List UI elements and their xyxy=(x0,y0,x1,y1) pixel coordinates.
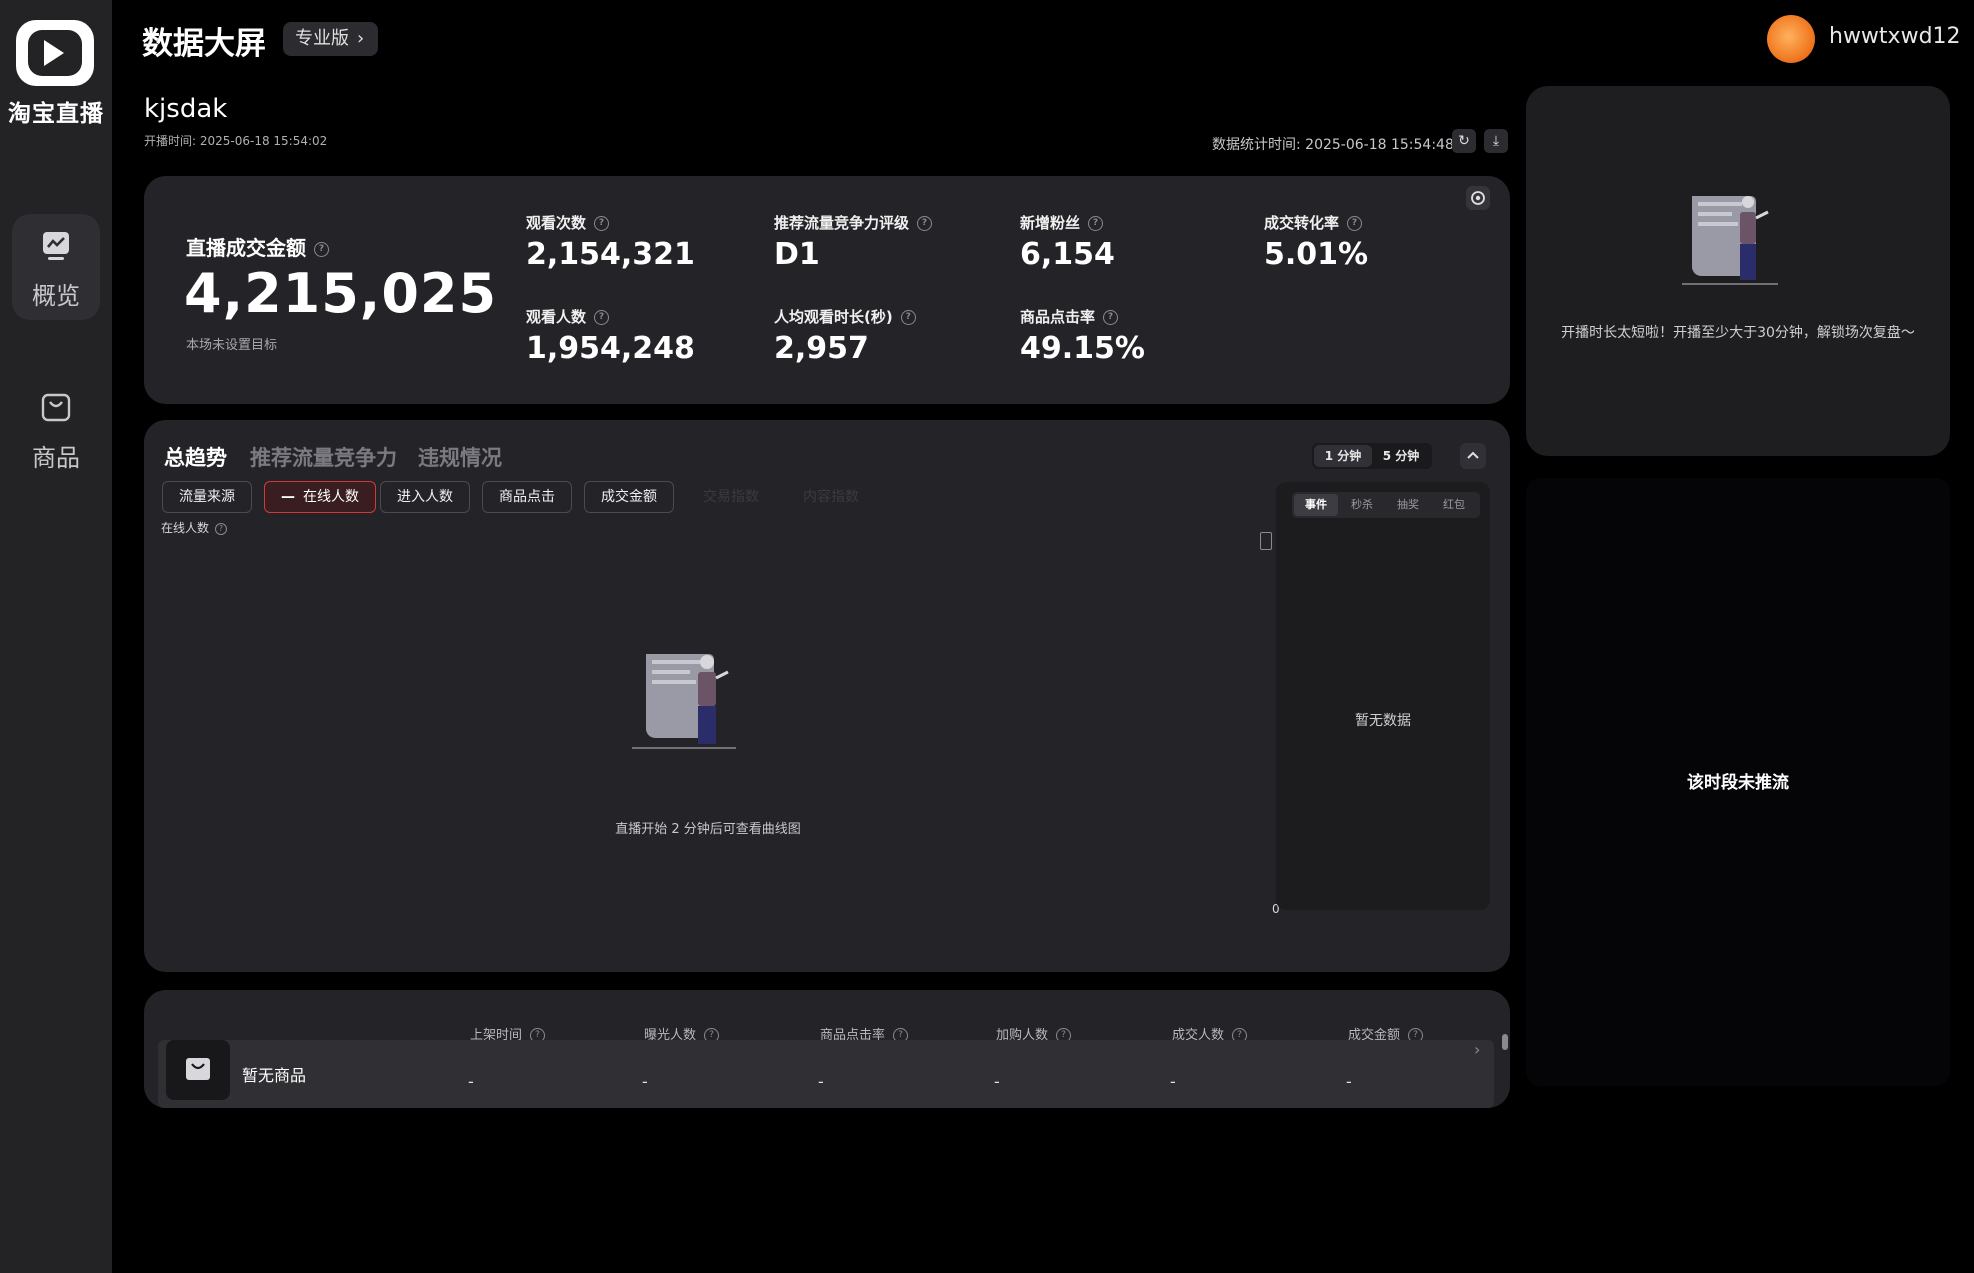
empty-state-illustration xyxy=(1682,196,1778,285)
metric-conversion: 成交转化率? 5.01% xyxy=(1264,212,1368,272)
metric-avg-watch-time: 人均观看时长(秒)? 2,957 xyxy=(774,306,916,366)
settings-icon[interactable] xyxy=(1466,186,1490,210)
stream-name: kjsdak xyxy=(144,94,228,124)
marker-icon[interactable] xyxy=(1260,532,1272,550)
chart-series-label: 在线人数? xyxy=(161,519,228,536)
help-icon[interactable]: ? xyxy=(1103,310,1119,325)
tab-violations[interactable]: 违规情况 xyxy=(418,442,502,472)
metric-label: 观看人数 xyxy=(526,308,587,326)
metric-value: 6,154 xyxy=(1020,237,1115,272)
sidebar-item-products[interactable]: 商品 xyxy=(12,376,100,482)
help-icon[interactable]: ? xyxy=(1088,216,1104,231)
metric-label: 新增粉丝 xyxy=(1020,214,1081,232)
chart-icon xyxy=(43,232,69,260)
event-empty-text: 暂无数据 xyxy=(1355,713,1411,729)
gmv-value: 4,215,025 xyxy=(184,262,498,325)
cell-value: - xyxy=(642,1072,648,1091)
cell-value: - xyxy=(994,1072,1000,1091)
sidebar-item-overview[interactable]: 概览 xyxy=(12,214,100,320)
cell-value: - xyxy=(1170,1072,1176,1091)
username[interactable]: hwwtxwd12 xyxy=(1829,24,1961,49)
stat-time: 数据统计时间: 2025-06-18 15:54:48 xyxy=(1212,137,1454,153)
metric-value: 5.01% xyxy=(1264,237,1369,272)
help-icon[interactable]: ? xyxy=(314,242,329,257)
help-icon[interactable]: ? xyxy=(917,216,933,231)
logo-text: 淘宝直播 xyxy=(8,101,104,127)
metric-label: 观看次数 xyxy=(526,214,587,232)
tab-overall-trend[interactable]: 总趋势 xyxy=(164,442,227,472)
chip-online-users[interactable]: — 在线人数 xyxy=(264,481,376,513)
metric-label: 人均观看时长(秒) xyxy=(774,308,893,326)
chip-content-index: 内容指数 xyxy=(786,481,876,513)
event-tab-flash-sale[interactable]: 秒杀 xyxy=(1340,494,1384,516)
help-icon[interactable]: ? xyxy=(594,216,610,231)
range-1min[interactable]: 1 分钟 xyxy=(1314,445,1372,467)
chip-traffic-source[interactable]: 流量来源 xyxy=(162,481,252,513)
metric-new-fans: 新增粉丝? 6,154 xyxy=(1020,212,1115,272)
review-message: 开播时长太短啦！开播至少大于30分钟，解锁场次复盘～ xyxy=(1561,325,1915,341)
page-title: 数据大屏 xyxy=(142,26,266,62)
shopping-bag-icon xyxy=(186,1058,210,1080)
metric-value: D1 xyxy=(774,237,820,272)
empty-state-illustration xyxy=(632,654,736,749)
chevron-up-icon[interactable] xyxy=(1460,443,1486,469)
chip-product-clicks[interactable]: 商品点击 xyxy=(482,481,572,513)
metric-value: 2,957 xyxy=(774,331,869,366)
cell-value: - xyxy=(818,1072,824,1091)
shopping-bag-icon xyxy=(41,393,71,422)
time-range-selector: 1 分钟 5 分钟 xyxy=(1312,443,1432,469)
range-5min[interactable]: 5 分钟 xyxy=(1372,445,1430,467)
chip-transaction-amount[interactable]: 成交金额 xyxy=(584,481,674,513)
event-tab-events[interactable]: 事件 xyxy=(1294,494,1338,516)
chevron-right-icon[interactable]: › xyxy=(1474,1040,1480,1059)
chip-entering-users[interactable]: 进入人数 xyxy=(380,481,470,513)
metric-viewers: 观看人数? 1,954,248 xyxy=(526,306,695,366)
review-card xyxy=(1526,86,1950,456)
metric-competitiveness: 推荐流量竞争力评级? D1 xyxy=(774,212,933,272)
chart-empty-text: 直播开始 2 分钟后可查看曲线图 xyxy=(615,822,801,837)
chart-area xyxy=(160,540,1272,920)
edition-button[interactable]: 专业版 › xyxy=(283,22,379,56)
refresh-icon[interactable]: ↻ xyxy=(1452,129,1476,153)
metric-click-rate: 商品点击率? 49.15% xyxy=(1020,306,1145,366)
help-icon[interactable]: ? xyxy=(215,522,228,535)
gmv-target: 本场未设置目标 xyxy=(186,338,278,353)
help-icon[interactable]: ? xyxy=(594,310,610,325)
scrollbar[interactable] xyxy=(1502,1034,1508,1050)
sidebar-item-label: 商品 xyxy=(32,444,80,472)
help-icon[interactable]: ? xyxy=(900,310,916,325)
cell-value: - xyxy=(468,1072,474,1091)
metric-label: 成交转化率 xyxy=(1264,214,1340,232)
metric-label: 商品点击率 xyxy=(1020,308,1096,326)
download-icon[interactable]: ⤓ xyxy=(1484,129,1508,153)
table-row[interactable] xyxy=(158,1040,1494,1108)
line-legend-icon: — xyxy=(281,489,295,505)
metric-views: 观看次数? 2,154,321 xyxy=(526,212,695,272)
metric-label: 推荐流量竞争力评级 xyxy=(774,214,910,232)
metric-value: 1,954,248 xyxy=(526,331,695,366)
gmv-label: 直播成交金额? xyxy=(186,232,329,261)
event-tab-red-packet[interactable]: 红包 xyxy=(1432,494,1476,516)
event-tabs: 事件 秒杀 抽奖 红包 xyxy=(1292,492,1480,518)
start-time: 开播时间: 2025-06-18 15:54:02 xyxy=(144,134,328,148)
event-panel xyxy=(1276,482,1490,910)
cell-value: - xyxy=(1346,1072,1352,1091)
help-icon[interactable]: ? xyxy=(1347,216,1363,231)
chevron-right-icon: › xyxy=(357,28,365,49)
chip-label: 在线人数 xyxy=(303,489,359,505)
sidebar xyxy=(0,0,112,1273)
metric-value: 2,154,321 xyxy=(526,237,695,272)
tab-competitiveness[interactable]: 推荐流量竞争力 xyxy=(250,442,397,472)
edition-label: 专业版 xyxy=(295,28,349,49)
avatar[interactable] xyxy=(1767,15,1815,63)
no-product-label: 暂无商品 xyxy=(242,1066,307,1085)
sidebar-item-label: 概览 xyxy=(32,282,80,310)
taobao-live-logo-icon xyxy=(16,20,94,86)
product-thumbnail xyxy=(166,1040,230,1100)
no-stream-message: 该时段未推流 xyxy=(1687,773,1789,793)
event-tab-lottery[interactable]: 抽奖 xyxy=(1386,494,1430,516)
chip-trade-index: 交易指数 xyxy=(686,481,776,513)
metric-value: 49.15% xyxy=(1020,331,1145,366)
